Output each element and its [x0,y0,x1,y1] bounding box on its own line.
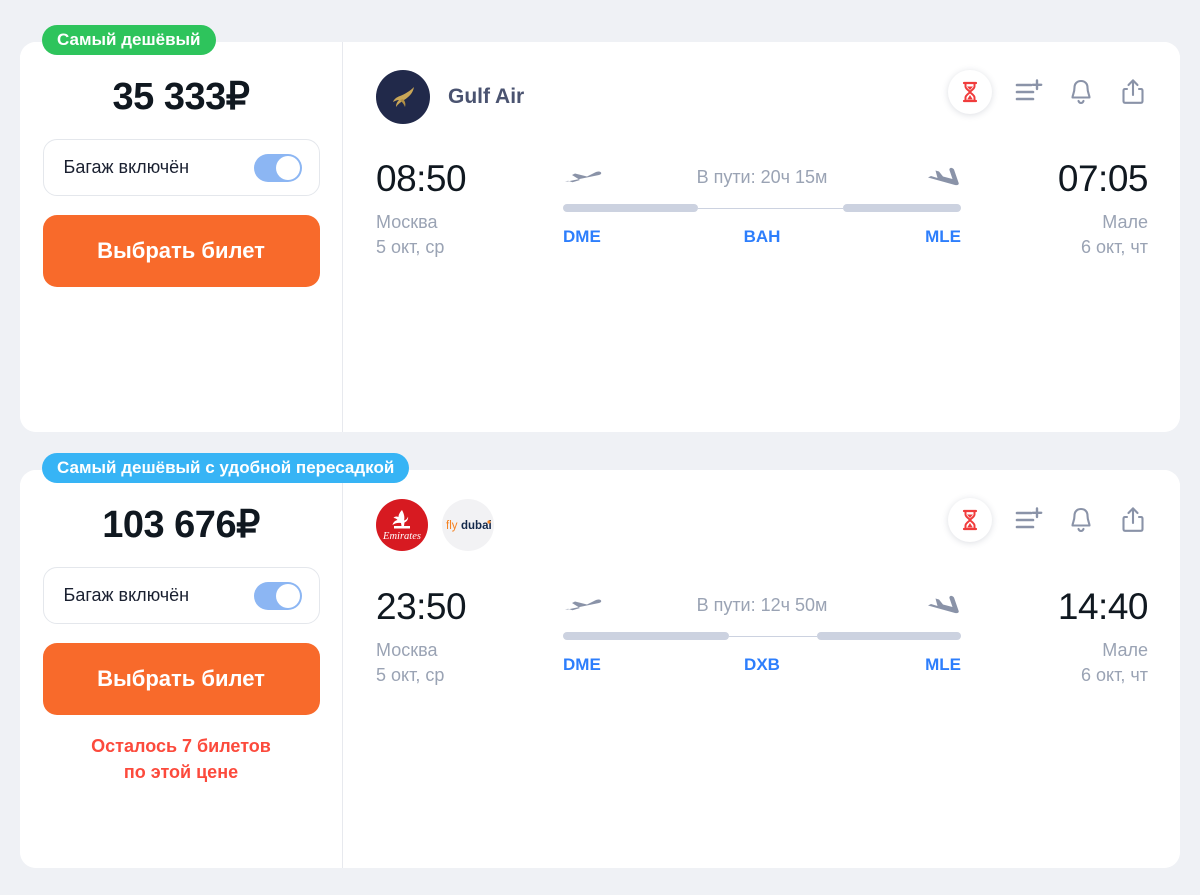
airline-name: Gulf Air [448,85,525,108]
hourglass-icon [962,509,978,531]
svg-text:fly: fly [446,520,458,532]
route-graphic: В пути: 20ч 15м DME BAH MLE [563,160,961,249]
airplane-landing-icon [928,595,959,614]
arrival-city: Мале [1102,639,1148,660]
baggage-toggle-switch[interactable] [253,153,302,182]
arrival-date: 6 окт, чт [1081,237,1148,258]
airport-code-origin[interactable]: DME [563,227,601,247]
baggage-label: Багаж включён [63,157,190,177]
ticket-actions [948,498,1148,542]
share-icon-button[interactable] [1118,76,1148,108]
airport-code-destination[interactable]: MLE [925,227,961,247]
flight-ticket-card[interactable]: Самый дешёвый 35 333₽ Багаж включён Выбр… [20,25,1180,432]
flight-details-panel: Gulf Air 08:50 Москва 5 окт, ср В пути: … [343,42,1180,432]
flight-results-page: Самый дешёвый 35 333₽ Багаж включён Выбр… [0,0,1200,895]
seats-left-line-1: Осталось 7 билетов [91,736,271,756]
svg-text:Emirates: Emirates [382,531,421,542]
hourglass-icon [962,81,978,103]
flydubai-logo: fly dubai [442,499,494,551]
baggage-label: Багаж включён [63,585,190,605]
airplane-takeoff-icon [565,171,602,183]
seats-left-line-2: по этой цене [123,762,239,783]
hourglass-icon-button[interactable] [948,70,992,114]
price-alert-bell-icon [1071,79,1091,105]
airplane-landing-icon [928,167,959,186]
route-segment-2 [843,204,961,212]
price-alert-bell-icon-button[interactable] [1066,76,1096,108]
toggle-knob [275,583,300,608]
departure-date: 5 окт, ср [376,237,445,258]
route-graphic: В пути: 12ч 50м DME DXB MLE [563,588,961,677]
arrival-city: Мале [1102,211,1148,232]
emirates-logo: Emirates [376,499,428,551]
price-alert-bell-icon [1071,507,1091,533]
price-panel: 35 333₽ Багаж включён Выбрать билет [20,42,343,432]
flight-ticket-card[interactable]: Самый дешёвый с удобной пересадкой 103 6… [20,453,1180,868]
route-bar [563,204,961,212]
arrival-date: 6 окт, чт [1081,665,1148,686]
share-icon [1122,507,1144,532]
departure-time: 08:50 [376,158,467,199]
hourglass-icon-button[interactable] [948,498,992,542]
route-segment-2 [817,632,961,640]
ticket-inner: 35 333₽ Багаж включён Выбрать билет Gulf… [20,42,1180,432]
ticket-price: 103 676₽ [102,504,260,546]
departure-time: 23:50 [376,586,467,627]
baggage-toggle-row[interactable]: Багаж включён [42,139,320,196]
baggage-toggle-row[interactable]: Багаж включён [42,567,320,624]
flight-duration: В пути: 20ч 15м [696,166,828,187]
price-alert-bell-icon-button[interactable] [1066,504,1096,536]
add-to-compare-icon-button[interactable] [1014,504,1044,536]
flight-itinerary-row: 23:50 Москва 5 окт, ср В пути: 12ч 50м D… [376,586,1149,688]
route-top: В пути: 12ч 50м [563,592,961,618]
departure-block: 08:50 Москва 5 окт, ср [376,158,551,260]
ticket-price: 35 333₽ [112,76,250,118]
route-segment-1 [563,204,698,212]
toggle-knob [275,155,300,180]
airport-code-stop[interactable]: DXB [744,655,780,675]
flight-details-panel: Emirates fly dubai 23:50 Москва 5 окт, с… [343,470,1180,868]
arrival-time: 14:40 [1057,586,1149,627]
ticket-badge-cheapest: Самый дешёвый [42,25,216,55]
gulf-air-logo [376,70,430,124]
airplane-takeoff-icon [565,599,602,611]
share-icon-button[interactable] [1118,504,1148,536]
airport-code-origin[interactable]: DME [563,655,601,675]
flight-itinerary-row: 08:50 Москва 5 окт, ср В пути: 20ч 15м D… [376,158,1149,260]
airport-codes: DME BAH MLE [563,227,961,249]
share-icon [1122,79,1144,104]
route-segment-1 [563,632,729,640]
svg-text:dubai: dubai [461,520,492,532]
airport-code-stop[interactable]: BAH [744,227,781,247]
route-top: В пути: 20ч 15м [563,164,961,190]
departure-city: Москва [376,639,438,660]
add-to-compare-icon [1015,79,1043,101]
ticket-badge-convenient: Самый дешёвый с удобной пересадкой [42,453,410,483]
ticket-inner: 103 676₽ Багаж включён Выбрать билет Ост… [20,470,1180,868]
ticket-actions [948,70,1148,114]
arrival-block: 14:40 Мале 6 окт, чт [973,586,1149,688]
route-layover-line [729,635,817,637]
departure-block: 23:50 Москва 5 окт, ср [376,586,551,688]
airport-codes: DME DXB MLE [563,655,961,677]
seats-left-warning: Осталось 7 билетов по этой цене [91,733,271,785]
add-to-compare-icon-button[interactable] [1014,76,1044,108]
departure-date: 5 окт, ср [376,665,445,686]
route-layover-line [698,207,843,209]
price-panel: 103 676₽ Багаж включён Выбрать билет Ост… [20,470,343,868]
flight-duration: В пути: 12ч 50м [696,594,828,615]
add-to-compare-icon [1015,507,1043,529]
arrival-block: 07:05 Мале 6 окт, чт [973,158,1149,260]
select-ticket-button[interactable]: Выбрать билет [42,215,320,287]
arrival-time: 07:05 [1057,158,1149,199]
airport-code-destination[interactable]: MLE [925,655,961,675]
route-bar [563,632,961,640]
select-ticket-button[interactable]: Выбрать билет [42,643,320,715]
baggage-toggle-switch[interactable] [253,581,302,610]
departure-city: Москва [376,211,438,232]
